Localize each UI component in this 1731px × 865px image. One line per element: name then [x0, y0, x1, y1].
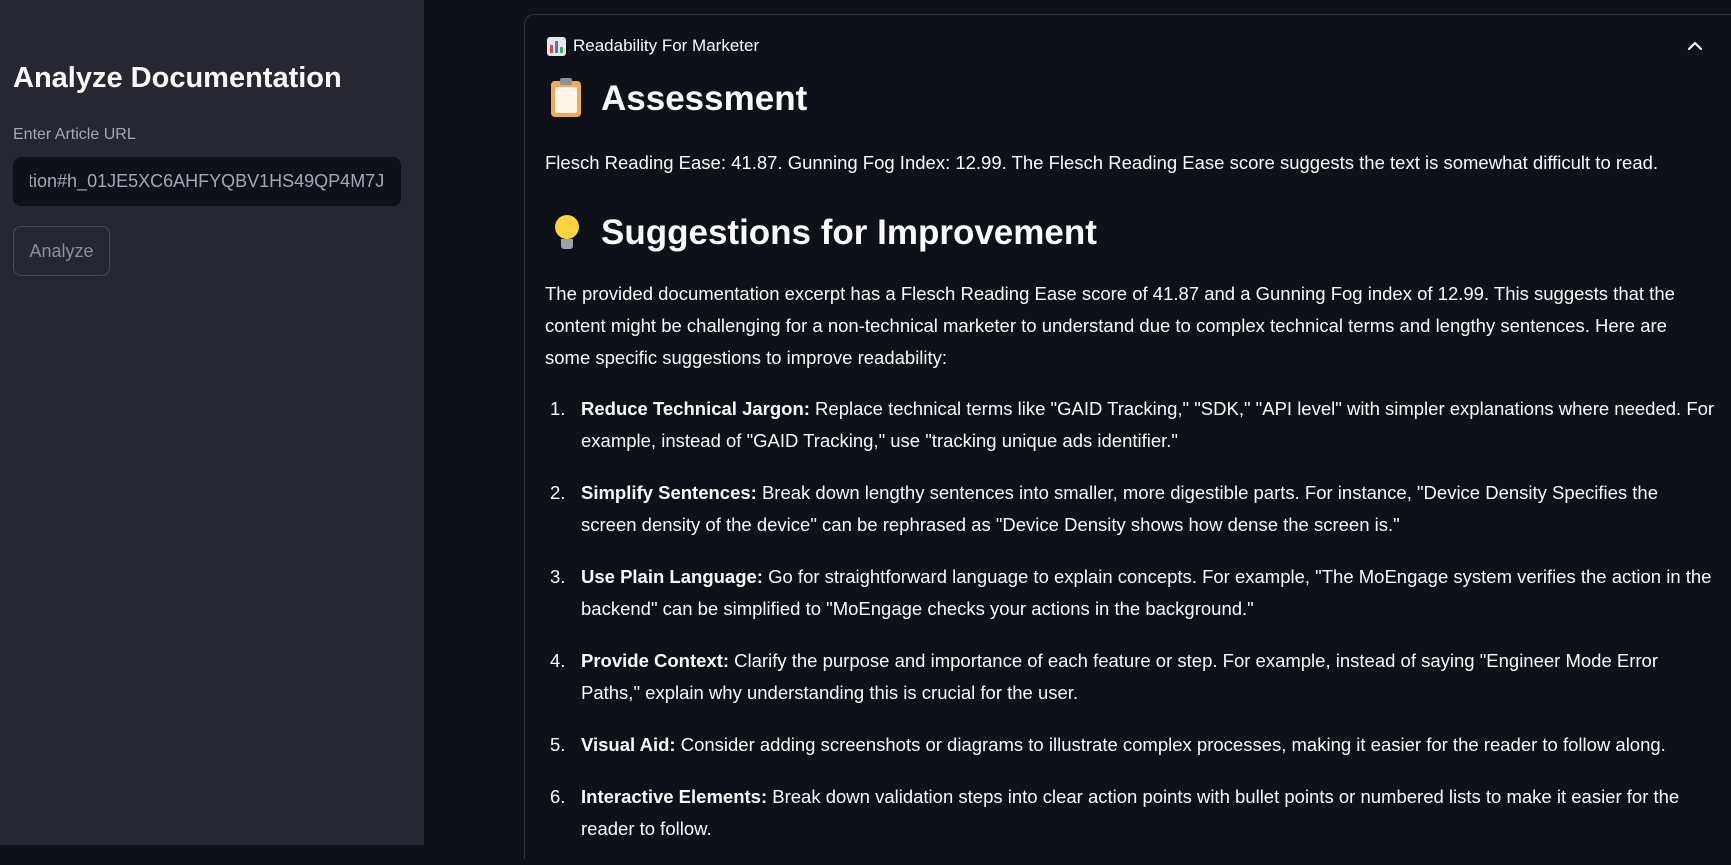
- suggestion-number: 5.: [550, 734, 566, 755]
- suggestion-item: 5. Visual Aid: Consider adding screensho…: [545, 729, 1715, 761]
- suggestion-number: 1.: [550, 398, 566, 419]
- suggestion-number: 3.: [550, 566, 566, 587]
- suggestion-title: Simplify Sentences:: [581, 482, 757, 503]
- suggestion-title: Visual Aid:: [581, 734, 676, 755]
- suggestion-item: 3. Use Plain Language: Go for straightfo…: [545, 561, 1715, 625]
- analyze-button[interactable]: Analyze: [13, 226, 110, 276]
- suggestions-list: 1. Reduce Technical Jargon: Replace tech…: [545, 393, 1715, 845]
- clipboard-icon: [551, 78, 581, 117]
- suggestion-item: 1. Reduce Technical Jargon: Replace tech…: [545, 393, 1715, 457]
- suggestion-item: 4. Provide Context: Clarify the purpose …: [545, 645, 1715, 709]
- sidebar: Analyze Documentation Enter Article URL …: [0, 0, 424, 845]
- expander-title: Readability For Marketer: [573, 36, 760, 55]
- suggestion-item: 6. Interactive Elements: Break down vali…: [545, 781, 1715, 845]
- sidebar-title: Analyze Documentation: [13, 62, 342, 94]
- url-field-label: Enter Article URL: [13, 126, 136, 143]
- assessment-heading: Assessment: [545, 75, 1715, 123]
- suggestion-text: Clarify the purpose and importance of ea…: [581, 650, 1659, 703]
- suggestion-text: Consider adding screenshots or diagrams …: [675, 734, 1666, 755]
- lightbulb-icon: [555, 215, 579, 251]
- chevron-up-icon[interactable]: [1683, 34, 1707, 58]
- suggestion-item: 2. Simplify Sentences: Break down length…: [545, 477, 1715, 541]
- assessment-text: Flesch Reading Ease: 41.87. Gunning Fog …: [545, 152, 1659, 173]
- suggestion-number: 2.: [550, 482, 566, 503]
- expander-content: Assessment Flesch Reading Ease: 41.87. G…: [545, 75, 1715, 865]
- suggestions-heading-text: Suggestions for Improvement: [601, 213, 1097, 252]
- bar-chart-icon: [547, 36, 566, 56]
- suggestion-title: Provide Context:: [581, 650, 730, 671]
- expander-header[interactable]: Readability For Marketer: [547, 31, 1707, 61]
- suggestion-number: 4.: [550, 650, 566, 671]
- suggestion-title: Reduce Technical Jargon:: [581, 398, 810, 419]
- readability-expander: Readability For Marketer Assessment Fles…: [524, 14, 1731, 859]
- article-url-input[interactable]: [13, 157, 401, 206]
- suggestions-heading: Suggestions for Improvement: [545, 209, 1715, 257]
- suggestion-title: Interactive Elements:: [581, 786, 768, 807]
- suggestion-title: Use Plain Language:: [581, 566, 763, 587]
- suggestions-intro: The provided documentation excerpt has a…: [545, 283, 1675, 368]
- suggestion-number: 6.: [550, 786, 566, 807]
- assessment-heading-text: Assessment: [601, 79, 808, 118]
